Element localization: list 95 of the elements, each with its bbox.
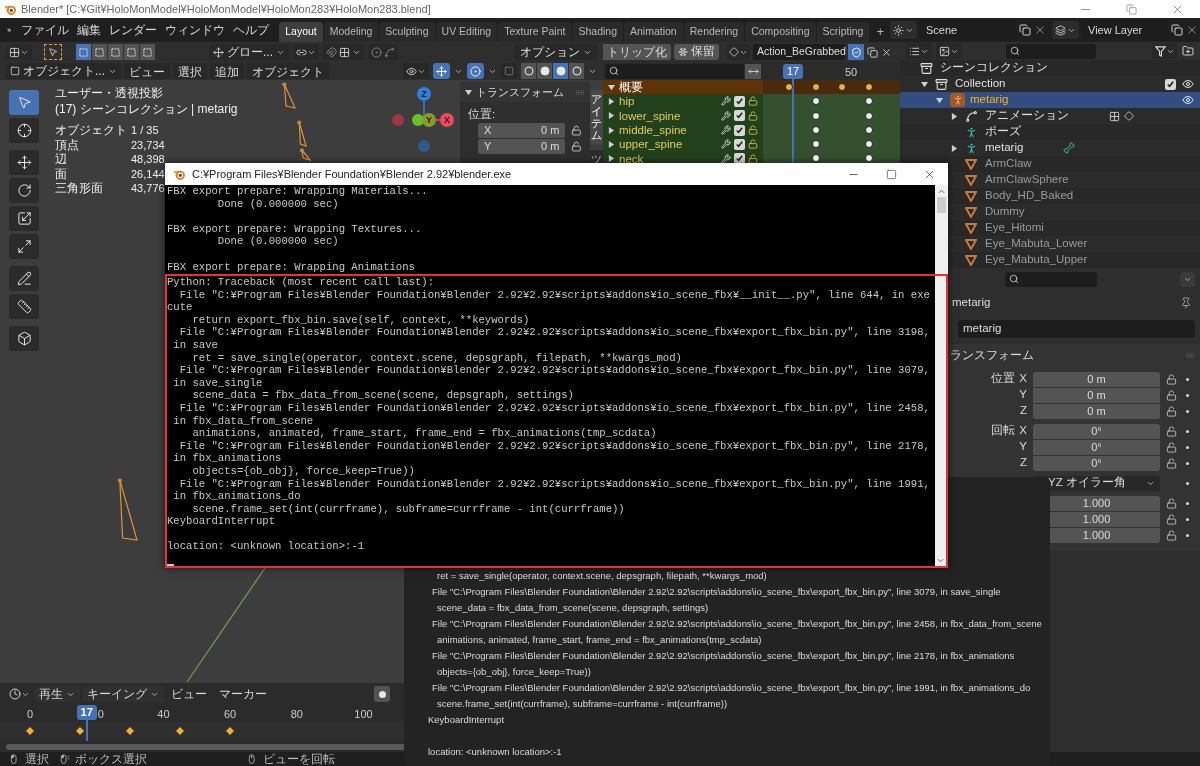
report-line: KeyboardInterrupt xyxy=(428,714,505,725)
console-line: objects={ob_obj}, force_keep=True)) xyxy=(191,464,415,477)
status-hint: ビューを回転 xyxy=(263,752,335,766)
console-line: in fbx_data_from_scene xyxy=(172,414,314,427)
ruler-label: 60 xyxy=(222,707,238,722)
report-line: objects={ob_obj}, force_keep=True)) xyxy=(437,666,591,677)
console-line: File "C:¥Program Files¥Blender Foundation¥Blender 2.92¥2.92¥scripts¥addons¥io_scene_fbx¥export_fbx_bin.py", line 3079, xyxy=(178,364,930,377)
window-title: C:¥Program Files¥Blender Foundation¥Blender 2.92¥blender.exe xyxy=(192,166,512,182)
outliner-label: Dummy xyxy=(985,204,1025,220)
stat-label: 頂点 xyxy=(55,137,80,152)
outliner-label: metarig xyxy=(985,140,1024,156)
console-line: File "C:¥Program Files¥Blender Foundation¥Blender 2.92¥2.92¥scripts¥addons¥io_scene_fbx¥export_fbx_bin.py", line 1991, xyxy=(178,477,930,490)
console-line: in fbx_animations_do xyxy=(172,490,301,503)
axis-label: Z xyxy=(1019,455,1027,471)
console-line: animations, animated, frame_start, frame_end = fbx_animations(tmp_scdata) xyxy=(191,427,657,440)
ruler-label: 50 xyxy=(843,65,859,80)
console-line: ret = save_single(operator, context.scene, depsgraph, filepath, **kwargs_mod) xyxy=(191,351,682,364)
window-title: Blender* [C:¥Git¥HoloMonModel¥HoloMonModel¥HoloMon283¥HoloMon283.blend] xyxy=(21,1,431,17)
outliner-label: Eye_Mabuta_Lower xyxy=(985,236,1088,252)
stat-label: 辺 xyxy=(55,152,68,167)
report-line: ret = save_single(operator, context.scene, depsgraph, filepath, **kwargs_mod) xyxy=(437,570,767,581)
console-line: File "C:¥Program Files¥Blender Foundation¥Blender 2.92¥2.92¥scripts¥addons¥io_scene_fbx¥__init__.py", line 644, in exe xyxy=(178,288,930,301)
ruler-label: 80 xyxy=(289,707,304,722)
console-line: File "C:¥Program Files¥Blender Foundation¥Blender 2.92¥2.92¥scripts¥addons¥io_scene_fbx¥export_fbx_bin.py", line 2178, xyxy=(178,439,930,452)
outliner-label: Eye_Hitomi xyxy=(985,220,1044,236)
ruler-label: 0 xyxy=(97,707,104,722)
report-line: animations, animated, frame_start, frame_end = fbx_animations(tmp_scdata) xyxy=(437,634,762,645)
outliner-label: アニメーション xyxy=(985,108,1069,124)
group-label: 位置: xyxy=(468,107,497,122)
outliner-label: Eye_Mabuta_Upper xyxy=(985,252,1088,268)
ruler-label: 0 xyxy=(25,707,35,722)
channel-name: upper_spine xyxy=(619,137,683,152)
console-line: in save xyxy=(172,338,218,351)
outliner-label: ポーズ xyxy=(985,124,1021,140)
ruler-label: 100 xyxy=(353,707,374,722)
stat-label: 三角形面 xyxy=(55,181,104,196)
console-line: return export_fbx_bin.save(self, context, **keywords) xyxy=(191,313,530,326)
console-line: Python: Traceback (most recent call last): xyxy=(167,276,434,288)
mode-label: オブジェクト... xyxy=(23,63,105,80)
outliner-label: metarig xyxy=(970,92,1009,108)
orientation-label: グロー... xyxy=(227,44,273,61)
outliner-label: ArmClaw xyxy=(985,156,1032,172)
console-line: Done (0.000000 sec) xyxy=(216,197,339,210)
stat-value: 23,734 xyxy=(131,137,165,152)
outliner-label: Body_HD_Baked xyxy=(985,188,1074,204)
axis-label: Y xyxy=(1019,439,1027,455)
report-line: File "C:\Program Files\Blender Foundation\Blender 2.92\2.92\scripts\addons\io_scene_fbx\export_fbx_bin.py", line 3079, in save_single xyxy=(432,586,1001,597)
console-line: location: <unknown location>:-1 xyxy=(167,540,365,553)
channel-name: neck xyxy=(619,151,644,166)
stat-label: オブジェクト xyxy=(55,123,128,138)
view-name: ユーザー・透視投影 xyxy=(55,86,163,100)
context-label: (17) シーンコレクション | metarig xyxy=(55,102,238,116)
report-line: File "C:\Program Files\Blender Foundation\Blender 2.92\2.92\scripts\addons\io_scene_fbx\export_fbx_bin.py", line 1991, in fbx_animations_do xyxy=(432,682,1031,693)
console-line: FBX export prepare: Wrapping Textures... xyxy=(167,222,422,235)
axis-label: X xyxy=(1019,423,1027,439)
status-hint: 選択 xyxy=(25,752,49,766)
outliner-label: シーンコレクション xyxy=(940,60,1048,76)
report-line: scene.frame_set(int(currframe), subframe=currframe - int(currframe)) xyxy=(437,698,728,709)
console-line: KeyboardInterrupt xyxy=(167,515,276,528)
stat-value: 1 / 35 xyxy=(131,123,160,138)
panel-title: トランスフォーム xyxy=(476,84,564,100)
axis-label: Y xyxy=(1019,387,1027,403)
console-line: File "C:¥Program Files¥Blender Foundation¥Blender 2.92¥2.92¥scripts¥addons¥io_scene_fbx¥export_fbx_bin.py", line 3198, xyxy=(178,326,930,339)
channel-name: hip xyxy=(619,94,635,109)
console-line: scene.frame_set(int(currframe), subframe=currframe - int(currframe)) xyxy=(191,502,625,515)
channel-name: 概要 xyxy=(619,80,643,95)
stat-label: 面 xyxy=(55,166,67,181)
console-line: cute xyxy=(167,301,193,314)
ruler-label: 40 xyxy=(156,707,171,722)
options-label: オプション xyxy=(520,44,580,61)
console-line: File "C:¥Program Files¥Blender Foundation¥Blender 2.92¥2.92¥scripts¥addons¥io_scene_fbx¥export_fbx_bin.py", line 2458, xyxy=(178,401,930,414)
channel-name: middle_spine xyxy=(619,123,687,138)
axis-label: Z xyxy=(1019,403,1027,419)
stat-value: 43,776 xyxy=(131,181,165,196)
outliner-label: Collection xyxy=(955,76,1006,92)
property-label: 回転 xyxy=(991,423,1016,439)
property-label: 位置 xyxy=(991,371,1016,387)
stat-value: 48,398 xyxy=(131,152,165,167)
object-name: metarig xyxy=(952,295,991,311)
report-line: location: <unknown location>:-1 xyxy=(428,746,562,757)
stat-value: 26,144 xyxy=(131,166,165,181)
report-line: File "C:\Program Files\Blender Foundation\Blender 2.92\2.92\scripts\addons\io_scene_fbx\export_fbx_bin.py", line 2458, in fbx_data_from_scene xyxy=(432,618,1042,629)
console-line: scene_data = fbx_data_from_scene(scene, depsgraph, settings) xyxy=(191,389,574,402)
console-line: in save_single xyxy=(172,376,263,389)
console-line: FBX export prepare: Wrapping Animations xyxy=(167,260,415,273)
panel-title: ランスフォーム xyxy=(950,347,1034,364)
report-line: File "C:\Program Files\Blender Foundation\Blender 2.92\2.92\scripts\addons\io_scene_fbx\export_fbx_bin.py", line 2178, in fbx_animations xyxy=(432,650,1015,661)
console-line: in fbx_animations xyxy=(172,452,282,465)
outliner-label: ArmClawSphere xyxy=(985,172,1069,188)
console-line: Done (0.000000 sec) xyxy=(216,235,339,248)
report-line: scene_data = fbx_data_from_scene(scene, depsgraph, settings) xyxy=(437,602,709,613)
console-line: FBX export prepare: Wrapping Materials... xyxy=(167,185,428,197)
axis-label: X xyxy=(1019,371,1027,387)
channel-name: lower_spine xyxy=(619,108,681,123)
status-hint: ボックス選択 xyxy=(75,752,147,766)
